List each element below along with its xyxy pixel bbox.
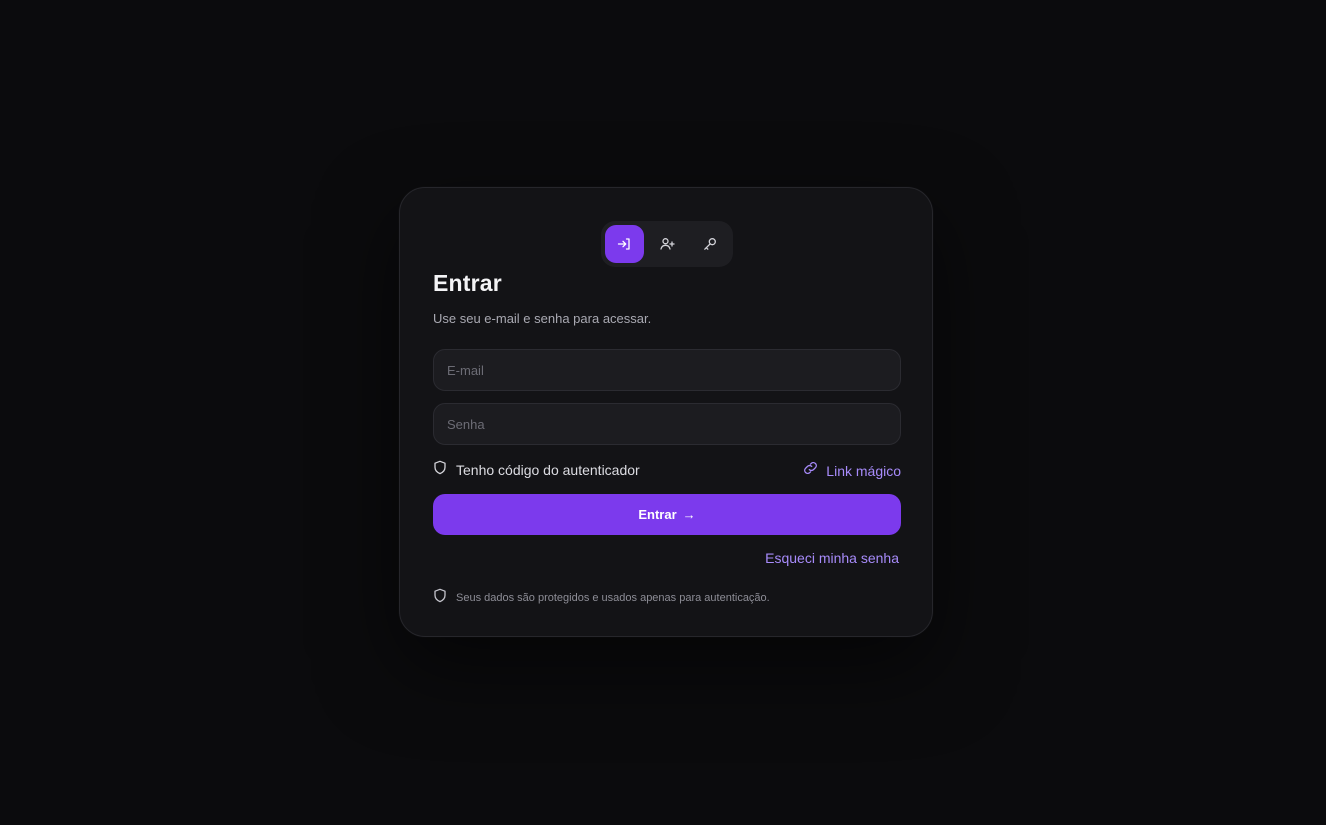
totp-label: Tenho código do autenticador — [456, 462, 640, 478]
shield-icon — [433, 460, 447, 480]
magic-link[interactable]: Link mágico — [802, 460, 901, 481]
shield-icon — [433, 588, 447, 608]
page-subtitle: Use seu e-mail e senha para acessar. — [433, 311, 652, 326]
login-icon — [616, 236, 632, 252]
totp-toggle[interactable]: Tenho código do autenticador — [433, 460, 640, 480]
user-plus-icon — [659, 236, 676, 252]
tab-recover[interactable] — [690, 225, 729, 263]
tab-login[interactable] — [605, 225, 644, 263]
magic-link-label: Link mágico — [826, 462, 901, 479]
privacy-text: Seus dados são protegidos e usados apena… — [456, 592, 770, 604]
tab-register[interactable] — [648, 225, 687, 263]
auth-mode-tabs — [601, 221, 733, 267]
submit-label: Entrar — [638, 507, 677, 522]
login-card: Entrar Use seu e-mail e senha para acess… — [399, 187, 933, 637]
link-icon — [802, 460, 819, 481]
submit-button[interactable]: Entrar → — [433, 494, 901, 535]
arrow-right-icon: → — [682, 507, 696, 522]
email-field[interactable] — [433, 349, 901, 391]
key-icon — [702, 236, 718, 252]
page-title: Entrar — [433, 270, 502, 296]
privacy-note: Seus dados são protegidos e usados apena… — [433, 588, 770, 608]
form-options-row: Tenho código do autenticador Link mágico — [433, 460, 901, 480]
password-field[interactable] — [433, 403, 901, 445]
page-background: Entrar Use seu e-mail e senha para acess… — [3, 0, 1323, 825]
forgot-password-link[interactable]: Esqueci minha senha — [765, 550, 899, 566]
